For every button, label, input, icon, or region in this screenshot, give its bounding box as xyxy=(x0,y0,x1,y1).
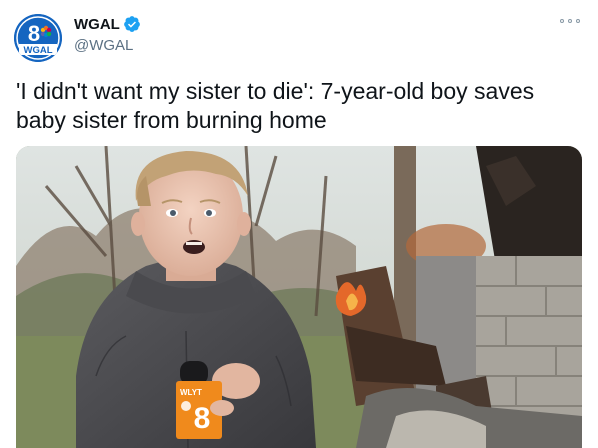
mic-flag-number: 8 xyxy=(194,402,211,435)
wgal-logo-icon: 8 WGAL xyxy=(14,14,62,62)
more-dot xyxy=(560,19,564,23)
avatar-logo-text: WGAL xyxy=(23,45,52,56)
mic-flag-text: WLYT xyxy=(180,388,202,397)
tweet-card[interactable]: 8 WGAL WGAL @WGAL 'I didn't want my sist… xyxy=(0,0,598,448)
avatar-logo-number: 8 xyxy=(28,21,40,46)
more-dot xyxy=(576,19,580,23)
more-options-icon[interactable] xyxy=(560,14,580,28)
name-row: WGAL xyxy=(74,15,141,33)
verified-badge-icon xyxy=(123,16,140,32)
tweet-media[interactable]: WLYT 8 xyxy=(16,146,582,448)
tweet-text: 'I didn't want my sister to die': 7-year… xyxy=(16,78,535,133)
display-name[interactable]: WGAL xyxy=(74,16,120,33)
media-photo: WLYT 8 xyxy=(16,146,582,448)
account-handle[interactable]: @WGAL xyxy=(74,37,133,54)
more-dot xyxy=(568,19,572,23)
account-avatar[interactable]: 8 WGAL xyxy=(14,14,62,62)
